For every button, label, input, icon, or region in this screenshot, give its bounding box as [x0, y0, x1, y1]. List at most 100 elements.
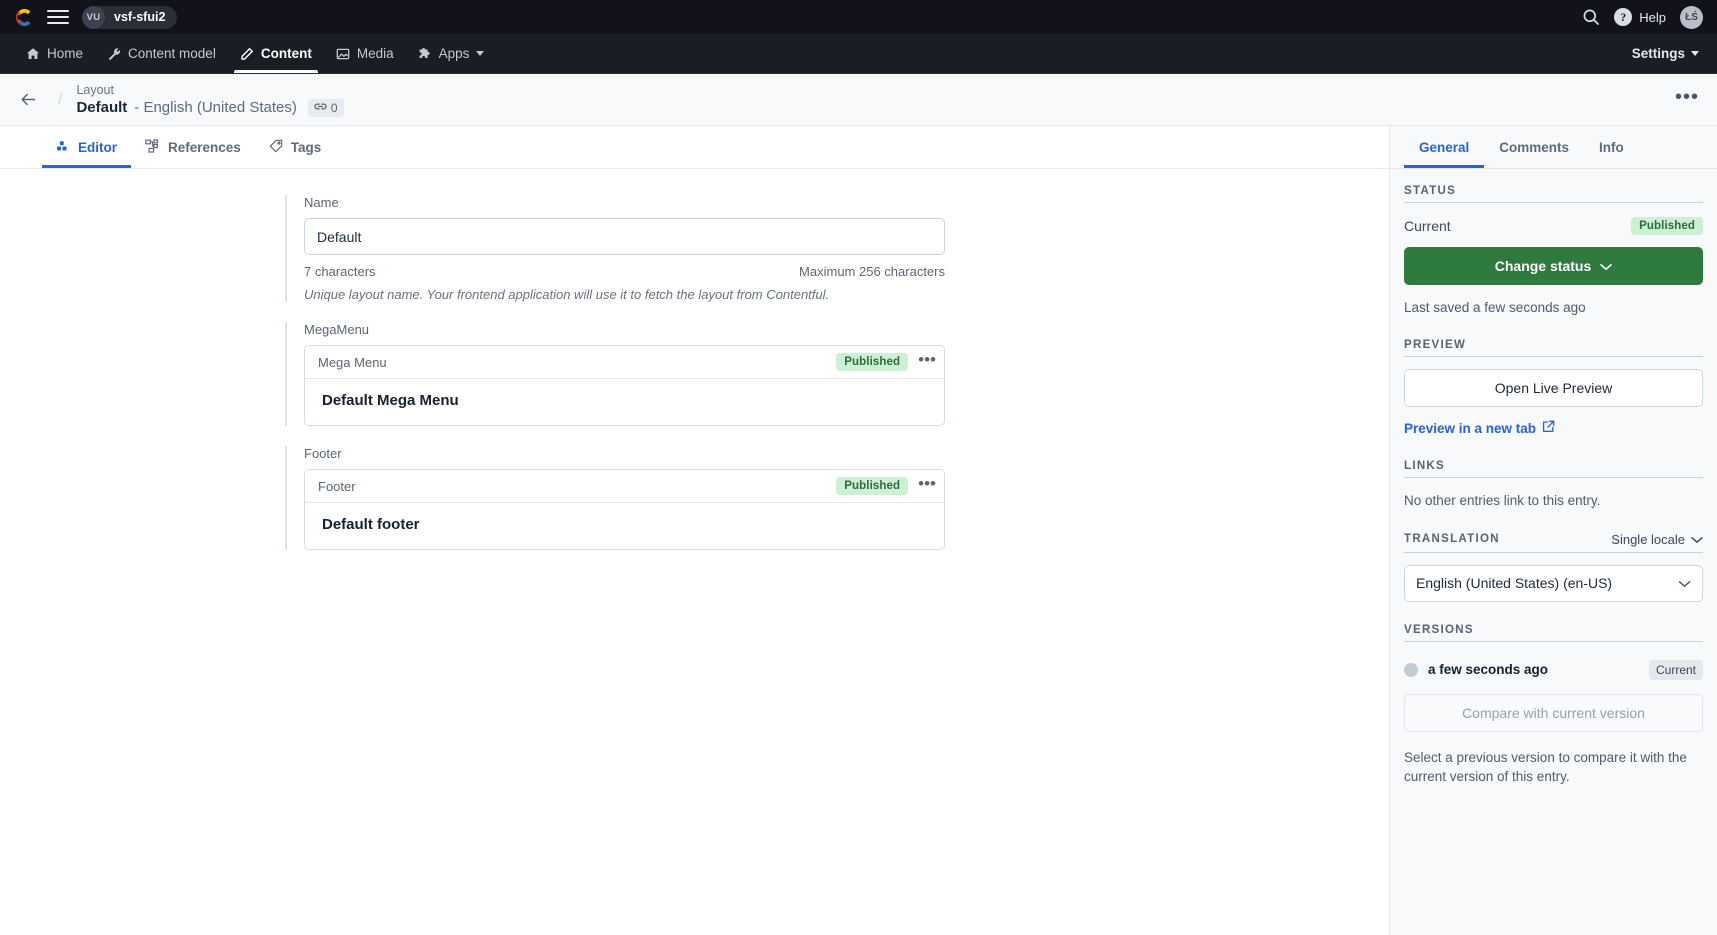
- links-empty-text: No other entries link to this entry.: [1404, 492, 1703, 510]
- references-icon: [145, 139, 160, 156]
- entry-locale-label: - English (United States): [134, 99, 297, 116]
- nav-item-home[interactable]: Home: [14, 34, 95, 73]
- space-selector[interactable]: VU vsf-sfui2: [82, 6, 177, 29]
- preview-section-title: Preview: [1404, 339, 1466, 351]
- tab-references[interactable]: References: [131, 126, 255, 168]
- field-megamenu: MegaMenu Mega Menu Published ••• Default…: [285, 322, 945, 426]
- breadcrumb-title-row: Default - English (United States) 0: [76, 99, 343, 117]
- field-footer-label: Footer: [304, 446, 945, 461]
- sidebar-tabs: General Comments Info: [1390, 126, 1717, 169]
- breadcrumb: Layout Default - English (United States)…: [76, 83, 343, 117]
- nav-item-apps-label: Apps: [439, 46, 470, 61]
- main-navigation: Home Content model Content Media Apps: [0, 34, 1717, 74]
- avatar[interactable]: ŁŚ: [1680, 6, 1703, 29]
- status-section-header: Status: [1404, 185, 1703, 203]
- field-name: Name 7 characters Maximum 256 characters…: [285, 195, 945, 302]
- nav-item-apps[interactable]: Apps: [406, 34, 497, 73]
- pen-icon: [240, 47, 254, 61]
- entry-actions-menu[interactable]: •••: [1675, 92, 1699, 108]
- page-title: Default: [76, 99, 127, 116]
- name-input[interactable]: [304, 218, 945, 255]
- tab-tags[interactable]: Tags: [255, 126, 336, 168]
- reference-actions-menu[interactable]: •••: [918, 356, 936, 369]
- tab-editor[interactable]: Editor: [42, 126, 131, 168]
- versions-help-text: Select a previous version to compare it …: [1404, 748, 1703, 786]
- nav-item-content-model[interactable]: Content model: [95, 34, 228, 73]
- field-footer: Footer Footer Published ••• Default foot…: [285, 446, 945, 550]
- reference-actions-menu[interactable]: •••: [918, 480, 936, 493]
- field-name-label: Name: [304, 195, 945, 210]
- field-name-meta: 7 characters Maximum 256 characters: [304, 264, 945, 279]
- chevron-down-icon: [1691, 51, 1699, 56]
- tab-editor-label: Editor: [78, 140, 117, 155]
- content-type-label: Mega Menu: [318, 355, 387, 370]
- nav-right-group: Settings: [1628, 34, 1703, 73]
- version-status-dot: [1404, 663, 1418, 677]
- compare-version-button: Compare with current version: [1404, 694, 1703, 732]
- settings-label: Settings: [1632, 46, 1685, 61]
- preview-new-tab-label: Preview in a new tab: [1404, 421, 1536, 436]
- max-characters: Maximum 256 characters: [799, 264, 945, 279]
- translation-mode-selector[interactable]: Single locale: [1611, 532, 1703, 547]
- reference-title: Default footer: [322, 516, 931, 533]
- preview-section-header: Preview: [1404, 339, 1703, 357]
- tab-info[interactable]: Info: [1584, 126, 1639, 168]
- reference-card-body: Default Mega Menu: [305, 379, 944, 425]
- nav-item-media[interactable]: Media: [324, 34, 406, 73]
- change-status-button[interactable]: Change status: [1404, 247, 1703, 285]
- translation-mode-label: Single locale: [1611, 532, 1685, 547]
- nav-item-content-model-label: Content model: [128, 46, 216, 61]
- chevron-down-icon: [1678, 575, 1691, 591]
- breadcrumb-parent: Layout: [76, 83, 343, 98]
- editor-tabs: Editor References: [0, 126, 1389, 169]
- tag-icon: [269, 139, 283, 156]
- tab-references-label: References: [168, 140, 241, 155]
- status-current-row: Current Published: [1404, 217, 1703, 235]
- sidebar-content: Status Current Published Change status L…: [1390, 169, 1717, 786]
- version-current-chip: Current: [1649, 660, 1703, 680]
- character-count: 7 characters: [304, 264, 376, 279]
- incoming-links-chip[interactable]: 0: [308, 99, 344, 117]
- tab-comments[interactable]: Comments: [1484, 126, 1584, 168]
- reference-card-footer[interactable]: Footer Published ••• Default footer: [304, 469, 945, 550]
- space-name: vsf-sfui2: [114, 10, 165, 24]
- translation-section: Translation Single locale English (Unite…: [1404, 532, 1703, 602]
- space-avatar: VU: [82, 6, 105, 29]
- version-list-item[interactable]: a few seconds ago Current: [1404, 660, 1703, 680]
- links-section-header: Links: [1404, 460, 1703, 478]
- links-section-title: Links: [1404, 460, 1445, 472]
- status-badge: Published: [1631, 217, 1703, 235]
- nav-item-content-label: Content: [261, 46, 312, 61]
- tab-tags-label: Tags: [291, 140, 322, 155]
- home-icon: [26, 47, 40, 61]
- image-icon: [336, 47, 350, 61]
- breadcrumb-divider: /: [58, 91, 62, 109]
- reference-card-header: Mega Menu Published •••: [305, 346, 944, 379]
- locale-select[interactable]: English (United States) (en-US): [1404, 565, 1703, 602]
- reference-card-megamenu[interactable]: Mega Menu Published ••• Default Mega Men…: [304, 345, 945, 426]
- search-icon[interactable]: [1582, 8, 1600, 26]
- nav-item-media-label: Media: [357, 46, 394, 61]
- external-link-icon: [1542, 420, 1555, 436]
- reference-card-body: Default footer: [305, 503, 944, 549]
- tab-general[interactable]: General: [1404, 126, 1484, 168]
- contentful-logo-icon[interactable]: [14, 7, 35, 28]
- preview-new-tab-link[interactable]: Preview in a new tab: [1404, 420, 1555, 436]
- entry-header: / Layout Default - English (United State…: [0, 74, 1717, 126]
- back-arrow-icon[interactable]: [14, 86, 42, 114]
- settings-menu[interactable]: Settings: [1628, 46, 1703, 61]
- help-button[interactable]: ? Help: [1614, 8, 1666, 26]
- status-badge: Published: [836, 477, 908, 495]
- body: Editor References: [0, 126, 1717, 935]
- hamburger-menu-icon[interactable]: [47, 6, 69, 28]
- chevron-down-icon: [1691, 532, 1703, 547]
- top-bar: VU vsf-sfui2 ? Help ŁŚ: [0, 0, 1717, 34]
- open-live-preview-button[interactable]: Open Live Preview: [1404, 369, 1703, 407]
- incoming-links-count: 0: [331, 101, 338, 115]
- versions-section-title: Versions: [1404, 624, 1474, 636]
- status-section-title: Status: [1404, 185, 1456, 197]
- wrench-icon: [107, 47, 121, 61]
- entry-sidebar: General Comments Info Status Current Pub…: [1389, 126, 1717, 935]
- translation-section-title: Translation: [1404, 533, 1500, 545]
- nav-item-content[interactable]: Content: [228, 34, 324, 73]
